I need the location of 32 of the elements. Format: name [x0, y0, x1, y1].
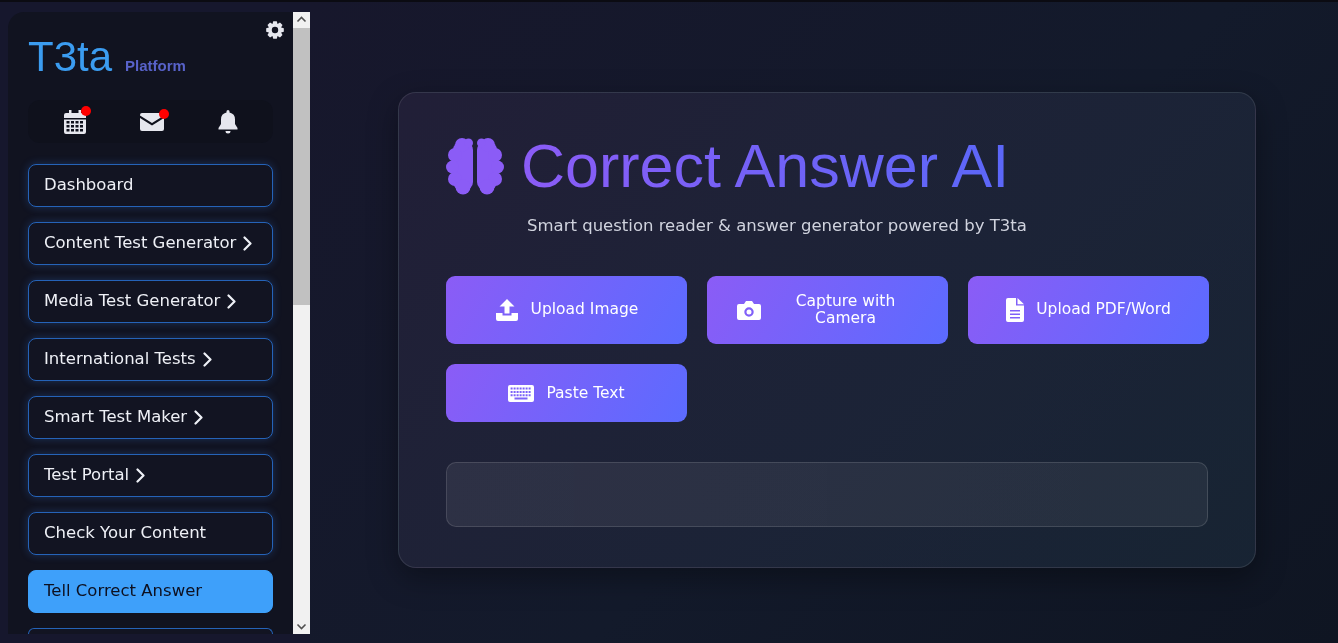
menu-item[interactable]: International Tests — [28, 338, 273, 381]
chevron-right-icon — [227, 294, 237, 309]
action-button[interactable]: Upload PDF/Word — [968, 275, 1209, 345]
menu-item[interactable]: Tell Correct Answer — [28, 570, 273, 613]
menu-item[interactable]: Media Test Generator — [28, 280, 273, 323]
page-subtitle: Smart question reader & answer generator powered by T3ta — [527, 215, 1028, 237]
menu-item[interactable] — [28, 628, 273, 634]
envelope-icon[interactable] — [139, 112, 164, 131]
chevron-right-icon — [136, 468, 146, 483]
action-button[interactable]: Upload Image — [446, 275, 687, 345]
chevron-right-icon — [202, 352, 212, 367]
document-icon — [1006, 297, 1025, 322]
scrollbar-thumb[interactable] — [293, 28, 310, 305]
camera-icon — [737, 299, 761, 320]
menu-item[interactable]: Check Your Content — [28, 512, 273, 555]
logo-tagline: Platform — [125, 56, 186, 76]
menu-item[interactable]: Dashboard — [28, 164, 273, 207]
upload-icon — [494, 298, 519, 321]
bell-icon[interactable] — [217, 109, 238, 134]
menu-item[interactable]: Test Portal — [28, 454, 273, 497]
calendar-icon[interactable] — [63, 109, 86, 134]
brain-icon — [446, 137, 504, 195]
menu-item[interactable]: Content Test Generator — [28, 222, 273, 265]
chevron-right-icon — [243, 236, 253, 251]
chevron-right-icon — [194, 410, 204, 425]
action-button[interactable]: Capture with Camera — [707, 275, 948, 345]
keyboard-icon — [508, 384, 535, 402]
scrollbar-track[interactable] — [293, 12, 310, 634]
menu-item[interactable]: Smart Test Maker — [28, 396, 273, 439]
settings-icon[interactable] — [266, 21, 284, 39]
logo-text: T3ta — [28, 36, 113, 78]
action-button[interactable]: Paste Text — [446, 364, 687, 423]
